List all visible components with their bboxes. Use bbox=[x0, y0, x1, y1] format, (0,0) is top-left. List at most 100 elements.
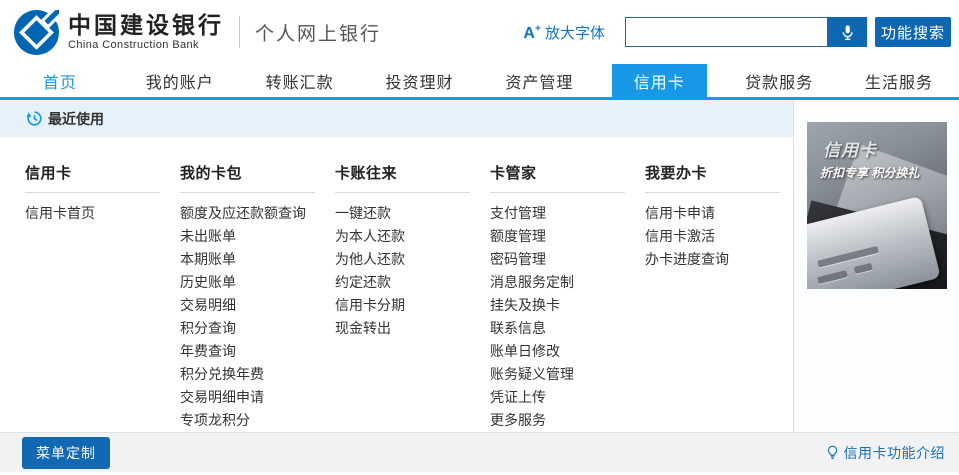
nav-tab-6[interactable]: 贷款服务 bbox=[719, 64, 839, 97]
menu-item[interactable]: 为本人还款 bbox=[335, 225, 490, 248]
menu-customize-button[interactable]: 菜单定制 bbox=[22, 437, 110, 469]
menu-item[interactable]: 信用卡申请 bbox=[645, 202, 793, 225]
menu-column-title: 我的卡包 bbox=[180, 162, 335, 183]
menu-column-title: 信用卡 bbox=[25, 162, 180, 183]
main-nav: 首页我的账户转账汇款投资理财资产管理信用卡贷款服务生活服务 bbox=[0, 64, 959, 100]
nav-tab-2[interactable]: 转账汇款 bbox=[240, 64, 360, 97]
menu-column-rule bbox=[490, 192, 625, 193]
credit-card-ad-banner[interactable]: 信用卡 折扣专享 积分换礼 bbox=[807, 122, 947, 289]
lightbulb-icon bbox=[825, 445, 840, 460]
nav-tab-1[interactable]: 我的账户 bbox=[120, 64, 240, 97]
menu-item[interactable]: 信用卡分期 bbox=[335, 294, 490, 317]
menu-item[interactable]: 支付管理 bbox=[490, 202, 645, 225]
ccb-logo-icon bbox=[14, 10, 59, 55]
menu-item[interactable]: 约定还款 bbox=[335, 271, 490, 294]
menu-column-title: 卡管家 bbox=[490, 162, 645, 183]
credit-card-intro-label: 信用卡功能介绍 bbox=[844, 443, 946, 463]
menu-item[interactable]: 交易明细申请 bbox=[180, 386, 335, 409]
menu-item[interactable]: 账务疑义管理 bbox=[490, 363, 645, 386]
enlarge-font-link[interactable]: A+ 放大字体 bbox=[523, 22, 605, 43]
menu-item[interactable]: 本期账单 bbox=[180, 248, 335, 271]
ad-title: 信用卡 bbox=[823, 136, 947, 161]
nav-tab-5[interactable]: 信用卡 bbox=[599, 64, 719, 97]
menu-item[interactable]: 信用卡首页 bbox=[25, 202, 180, 225]
nav-tab-0[interactable]: 首页 bbox=[0, 64, 120, 97]
menu-item[interactable]: 积分兑换年费 bbox=[180, 363, 335, 386]
menu-item[interactable]: 联系信息 bbox=[490, 317, 645, 340]
credit-card-menu: 信用卡信用卡首页我的卡包额度及应还款额查询未出账单本期账单历史账单交易明细积分查… bbox=[0, 137, 793, 432]
menu-item-list: 信用卡首页 bbox=[25, 202, 180, 225]
ad-subtitle: 折扣专享 积分换礼 bbox=[820, 164, 947, 181]
recently-used-bar: 最近使用 bbox=[0, 100, 793, 137]
function-search-box bbox=[625, 17, 867, 47]
nav-tab-label: 投资理财 bbox=[364, 64, 476, 97]
font-zoom-label: 放大字体 bbox=[545, 25, 605, 42]
menu-item-list: 信用卡申请信用卡激活办卡进度查询 bbox=[645, 202, 793, 271]
menu-item[interactable]: 更多服务 bbox=[490, 409, 645, 432]
menu-column-title: 卡账往来 bbox=[335, 162, 490, 183]
font-zoom-icon: A+ bbox=[523, 25, 540, 42]
menu-item-list: 一键还款为本人还款为他人还款约定还款信用卡分期现金转出 bbox=[335, 202, 490, 340]
bank-name: 中国建设银行 China Construction Bank bbox=[68, 13, 224, 50]
menu-item[interactable]: 历史账单 bbox=[180, 271, 335, 294]
portal-title: 个人网上银行 bbox=[255, 19, 381, 46]
bank-name-en: China Construction Bank bbox=[68, 39, 224, 51]
bank-logo: 中国建设银行 China Construction Bank bbox=[14, 10, 224, 55]
menu-item[interactable]: 为他人还款 bbox=[335, 248, 490, 271]
menu-item[interactable]: 积分查询 bbox=[180, 317, 335, 340]
menu-item[interactable]: 现金转出 bbox=[335, 317, 490, 340]
header: 中国建设银行 China Construction Bank 个人网上银行 A+… bbox=[0, 0, 959, 64]
function-search-input[interactable] bbox=[625, 17, 827, 47]
nav-tab-label: 转账汇款 bbox=[244, 64, 356, 97]
nav-tab-label: 生活服务 bbox=[843, 64, 955, 97]
menu-item[interactable]: 挂失及换卡 bbox=[490, 294, 645, 317]
nav-tab-label: 信用卡 bbox=[612, 64, 707, 97]
nav-tab-label: 首页 bbox=[21, 64, 99, 97]
bank-name-cn: 中国建设银行 bbox=[68, 13, 224, 38]
menu-item[interactable]: 消息服务定制 bbox=[490, 271, 645, 294]
menu-column-rule bbox=[645, 192, 780, 193]
menu-item-list: 额度及应还款额查询未出账单本期账单历史账单交易明细积分查询年费查询积分兑换年费交… bbox=[180, 202, 335, 432]
menu-column-rule bbox=[180, 192, 315, 193]
menu-item-list: 支付管理额度管理密码管理消息服务定制挂失及换卡联系信息账单日修改账务疑义管理凭证… bbox=[490, 202, 645, 432]
menu-item[interactable]: 额度管理 bbox=[490, 225, 645, 248]
menu-item[interactable]: 密码管理 bbox=[490, 248, 645, 271]
content: 最近使用 信用卡信用卡首页我的卡包额度及应还款额查询未出账单本期账单历史账单交易… bbox=[0, 100, 959, 432]
function-search-button[interactable]: 功能搜索 bbox=[875, 17, 951, 47]
menu-column-0: 信用卡信用卡首页 bbox=[25, 162, 180, 432]
menu-item[interactable]: 年费查询 bbox=[180, 340, 335, 363]
menu-column-title: 我要办卡 bbox=[645, 162, 793, 183]
history-icon bbox=[26, 110, 43, 127]
nav-tab-label: 贷款服务 bbox=[723, 64, 835, 97]
menu-item[interactable]: 凭证上传 bbox=[490, 386, 645, 409]
menu-item[interactable]: 办卡进度查询 bbox=[645, 248, 793, 271]
menu-item[interactable]: 额度及应还款额查询 bbox=[180, 202, 335, 225]
nav-tab-7[interactable]: 生活服务 bbox=[839, 64, 959, 97]
card-emboss-line bbox=[817, 270, 848, 284]
voice-search-button[interactable] bbox=[827, 17, 867, 47]
menu-column-1: 我的卡包额度及应还款额查询未出账单本期账单历史账单交易明细积分查询年费查询积分兑… bbox=[180, 162, 335, 432]
menu-item[interactable]: 账单日修改 bbox=[490, 340, 645, 363]
sidebar: 信用卡 折扣专享 积分换礼 bbox=[794, 100, 959, 432]
header-divider bbox=[239, 16, 240, 48]
menu-column-4: 我要办卡信用卡申请信用卡激活办卡进度查询 bbox=[645, 162, 793, 432]
menu-item[interactable]: 一键还款 bbox=[335, 202, 490, 225]
menu-column-rule bbox=[25, 192, 160, 193]
menu-column-3: 卡管家支付管理额度管理密码管理消息服务定制挂失及换卡联系信息账单日修改账务疑义管… bbox=[490, 162, 645, 432]
menu-column-2: 卡账往来一键还款为本人还款为他人还款约定还款信用卡分期现金转出 bbox=[335, 162, 490, 432]
menu-item[interactable]: 专项龙积分 bbox=[180, 409, 335, 432]
nav-tab-3[interactable]: 投资理财 bbox=[360, 64, 480, 97]
menu-item[interactable]: 信用卡激活 bbox=[645, 225, 793, 248]
nav-tab-label: 我的账户 bbox=[124, 64, 236, 97]
menu-column-rule bbox=[335, 192, 470, 193]
nav-tab-4[interactable]: 资产管理 bbox=[480, 64, 600, 97]
credit-card-intro-link[interactable]: 信用卡功能介绍 bbox=[825, 443, 946, 463]
main-panel: 最近使用 信用卡信用卡首页我的卡包额度及应还款额查询未出账单本期账单历史账单交易… bbox=[0, 100, 794, 432]
footer-bar: 菜单定制 信用卡功能介绍 bbox=[0, 432, 959, 472]
menu-item[interactable]: 未出账单 bbox=[180, 225, 335, 248]
menu-item[interactable]: 交易明细 bbox=[180, 294, 335, 317]
nav-tab-label: 资产管理 bbox=[483, 64, 595, 97]
card-emboss-line bbox=[854, 263, 873, 274]
recently-used-label: 最近使用 bbox=[48, 109, 104, 129]
header-right: A+ 放大字体 功能搜索 bbox=[523, 17, 959, 47]
